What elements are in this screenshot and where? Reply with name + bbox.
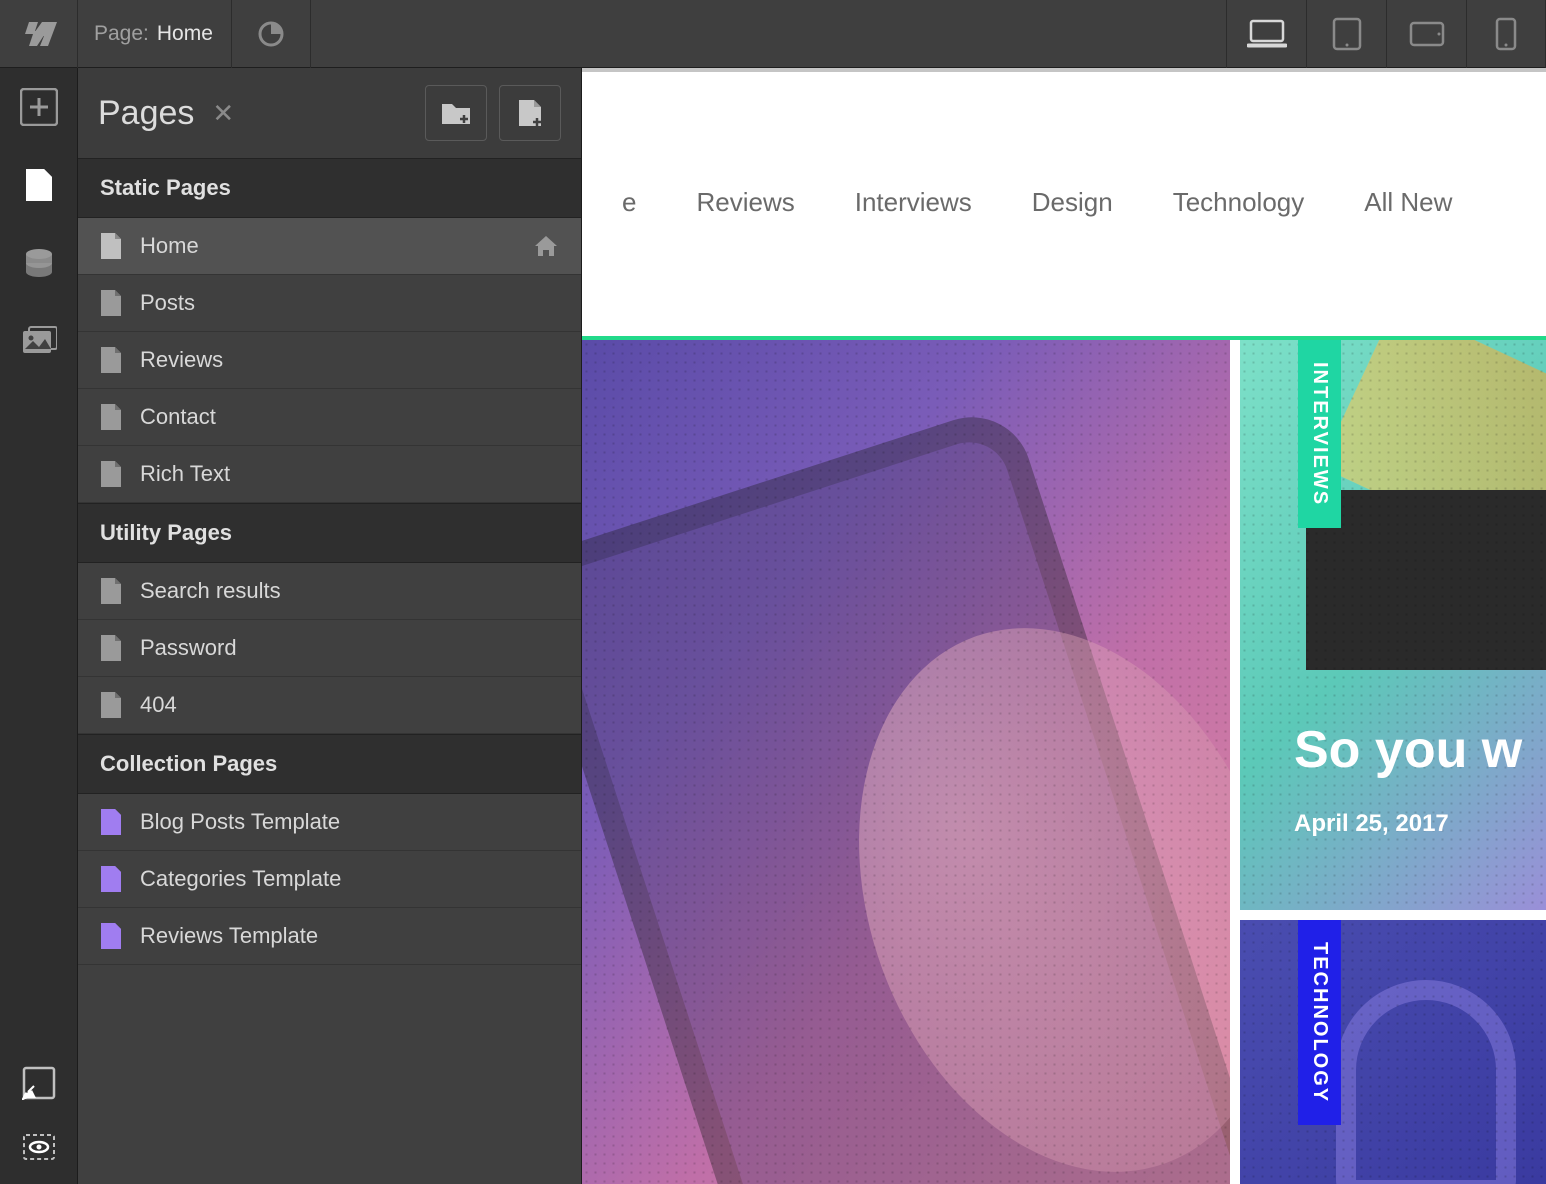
page-item-label: Password [140, 635, 237, 661]
device-switcher [1226, 0, 1546, 68]
nav-item[interactable]: All New [1364, 187, 1452, 218]
page-item-home[interactable]: Home [78, 218, 581, 275]
pages-panel: Pages ✕ Static Pages Home Posts Reviews … [78, 68, 582, 1184]
panel-close-button[interactable]: ✕ [212, 98, 234, 129]
assets-panel-button[interactable] [14, 316, 64, 366]
nav-item[interactable]: Interviews [855, 187, 972, 218]
nav-item[interactable]: Reviews [696, 187, 794, 218]
page-item-reviews-template[interactable]: Reviews Template [78, 908, 581, 965]
category-tag: INTERVIEWS [1298, 340, 1341, 528]
page-item-blog-posts-template[interactable]: Blog Posts Template [78, 794, 581, 851]
page-icon [100, 460, 122, 488]
panel-title: Pages [98, 94, 194, 133]
canvas: e Reviews Interviews Design Technology A… [582, 68, 1546, 1184]
nav-item[interactable]: e [622, 187, 636, 218]
page-icon [100, 691, 122, 719]
section-static-pages: Static Pages [78, 158, 581, 218]
left-rail [0, 68, 78, 1184]
card-date: April 25, 2017 [1294, 810, 1449, 838]
pages-panel-button[interactable] [14, 160, 64, 210]
add-element-button[interactable] [14, 82, 64, 132]
device-desktop-button[interactable] [1226, 0, 1306, 68]
page-item-search-results[interactable]: Search results [78, 563, 581, 620]
panel-header: Pages ✕ [78, 68, 581, 158]
page-item-posts[interactable]: Posts [78, 275, 581, 332]
featured-card-technology[interactable]: TECHNOLOGY [1240, 920, 1546, 1184]
page-icon [100, 403, 122, 431]
page-item-rich-text[interactable]: Rich Text [78, 446, 581, 503]
page-item-label: Posts [140, 290, 195, 316]
page-item-label: Reviews [140, 347, 223, 373]
nav-item[interactable]: Technology [1173, 187, 1305, 218]
page-item-label: Search results [140, 578, 281, 604]
page-label: Page: [78, 22, 157, 46]
category-tag: TECHNOLOGY [1298, 920, 1341, 1125]
page-icon [100, 232, 122, 260]
featured-card-interviews[interactable]: INTERVIEWS So you w April 25, 2017 [1240, 340, 1546, 910]
page-item-label: Blog Posts Template [140, 809, 340, 835]
page-item-contact[interactable]: Contact [78, 389, 581, 446]
page-item-label: 404 [140, 692, 177, 718]
page-item-label: Rich Text [140, 461, 230, 487]
cms-panel-button[interactable] [14, 238, 64, 288]
nav-item[interactable]: Design [1032, 187, 1113, 218]
current-page-name[interactable]: Home [157, 22, 231, 46]
page-icon [100, 289, 122, 317]
card-title: So you w [1294, 720, 1522, 780]
home-icon [533, 234, 559, 258]
template-page-icon [100, 865, 122, 893]
section-utility-pages: Utility Pages [78, 503, 581, 563]
device-tablet-button[interactable] [1306, 0, 1386, 68]
section-collection-pages: Collection Pages [78, 734, 581, 794]
page-icon [100, 577, 122, 605]
page-icon [100, 634, 122, 662]
webflow-logo[interactable] [0, 0, 78, 68]
page-item-categories-template[interactable]: Categories Template [78, 851, 581, 908]
template-page-icon [100, 808, 122, 836]
page-icon [100, 346, 122, 374]
page-item-label: Home [140, 233, 199, 259]
new-page-button[interactable] [499, 85, 561, 141]
featured-card-large[interactable] [582, 340, 1230, 1184]
page-item-label: Reviews Template [140, 923, 318, 949]
xray-button[interactable] [14, 1122, 64, 1172]
new-folder-button[interactable] [425, 85, 487, 141]
template-page-icon [100, 922, 122, 950]
navigator-button[interactable] [14, 1058, 64, 1108]
device-tablet-landscape-button[interactable] [1386, 0, 1466, 68]
top-bar: Page: Home [0, 0, 1546, 68]
device-phone-button[interactable] [1466, 0, 1546, 68]
canvas-content[interactable]: e Reviews Interviews Design Technology A… [582, 72, 1546, 1184]
site-navigation: e Reviews Interviews Design Technology A… [582, 72, 1546, 332]
page-item-reviews[interactable]: Reviews [78, 332, 581, 389]
page-item-password[interactable]: Password [78, 620, 581, 677]
page-item-404[interactable]: 404 [78, 677, 581, 734]
preview-button[interactable] [232, 0, 310, 68]
cards-grid: INTERVIEWS So you w April 25, 2017 TECHN… [582, 336, 1546, 1184]
page-item-label: Contact [140, 404, 216, 430]
page-item-label: Categories Template [140, 866, 341, 892]
